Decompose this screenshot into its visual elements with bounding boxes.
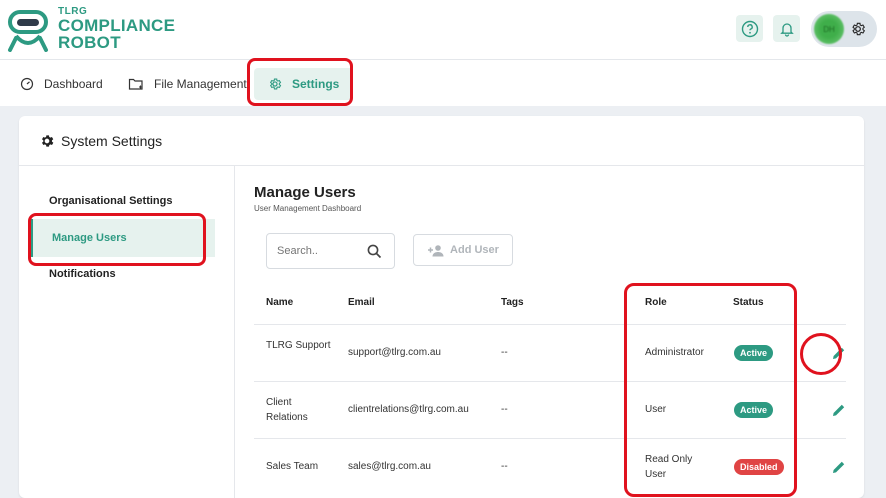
robot-logo-icon	[6, 6, 50, 52]
sidebar-item-label: Notifications	[49, 268, 116, 280]
tab-dashboard[interactable]: Dashboard	[20, 68, 103, 100]
table-row: TLRG Support support@tlrg.com.au -- Admi…	[254, 324, 846, 381]
search-box	[266, 233, 395, 269]
user-name: Client Relations	[266, 397, 308, 423]
user-name: TLRG Support	[266, 340, 331, 351]
user-tags: --	[501, 347, 508, 358]
folder-icon	[128, 78, 143, 90]
column-header-status[interactable]: Status	[733, 297, 764, 308]
page-subtitle: User Management Dashboard	[254, 204, 362, 213]
gear-icon	[269, 78, 282, 90]
add-user-icon	[428, 244, 444, 256]
sidebar-item-label: Organisational Settings	[49, 195, 173, 207]
main-nav: Dashboard File Management Settings	[0, 60, 886, 106]
help-icon	[741, 20, 758, 37]
pencil-icon	[833, 461, 845, 473]
brand-line1: COMPLIANCE	[58, 16, 176, 35]
gear-icon	[852, 22, 866, 36]
top-bar: TLRG COMPLIANCE ROBOT DH	[0, 0, 886, 60]
user-tags: --	[501, 404, 508, 415]
tab-settings-label: Settings	[292, 77, 340, 91]
user-email: support@tlrg.com.au	[348, 347, 441, 358]
search-icon[interactable]	[367, 244, 382, 259]
status-badge: Active	[734, 345, 774, 361]
add-user-label: Add User	[450, 244, 499, 256]
sidebar-item-notifications[interactable]: Notifications	[30, 255, 215, 293]
column-header-name[interactable]: Name	[266, 297, 293, 308]
notifications-button[interactable]	[773, 15, 800, 42]
edit-user-button[interactable]	[828, 456, 850, 478]
column-header-tags[interactable]: Tags	[501, 297, 524, 308]
gear-icon	[42, 134, 54, 147]
status-badge: Active	[734, 402, 774, 418]
edit-user-button[interactable]	[828, 342, 850, 364]
manage-users-panel: Manage Users User Management Dashboard A…	[236, 166, 864, 498]
table-row: Client Relations clientrelations@tlrg.co…	[254, 381, 846, 438]
user-tags: --	[501, 461, 508, 472]
account-menu[interactable]: DH	[811, 11, 877, 47]
settings-sidebar: Organisational Settings Manage Users Not…	[19, 166, 235, 498]
user-role: Read Only User	[645, 454, 693, 480]
page-title: Manage Users	[254, 184, 356, 201]
add-user-button[interactable]: Add User	[413, 234, 513, 266]
tab-file-management-label: File Management	[154, 77, 247, 91]
edit-user-button[interactable]	[828, 399, 850, 421]
dashboard-icon	[20, 77, 34, 91]
bell-icon	[779, 22, 794, 37]
sidebar-item-organisational-settings[interactable]: Organisational Settings	[30, 182, 215, 220]
help-button[interactable]	[736, 15, 763, 42]
user-email: clientrelations@tlrg.com.au	[348, 404, 469, 415]
user-role: Administrator	[645, 347, 704, 358]
card-header: System Settings	[19, 116, 864, 166]
tab-settings[interactable]: Settings	[254, 68, 354, 100]
system-settings-card: System Settings Organisational Settings …	[19, 116, 864, 498]
user-role: User	[645, 404, 667, 415]
card-title: System Settings	[61, 132, 163, 149]
column-header-role[interactable]: Role	[645, 297, 667, 308]
tab-file-management[interactable]: File Management	[128, 68, 247, 100]
brand-logo[interactable]: TLRG COMPLIANCE ROBOT	[6, 6, 175, 52]
status-badge: Disabled	[734, 459, 784, 475]
pencil-icon	[833, 404, 845, 416]
brand-line2: ROBOT	[58, 33, 121, 52]
user-name: Sales Team	[266, 461, 319, 472]
avatar: DH	[814, 14, 844, 44]
table-row: Sales Team sales@tlrg.com.au -- Read Onl…	[254, 438, 846, 495]
sidebar-item-label: Manage Users	[52, 232, 127, 244]
search-input[interactable]	[277, 245, 365, 257]
pencil-icon	[833, 347, 845, 359]
column-header-email[interactable]: Email	[348, 297, 375, 308]
tab-dashboard-label: Dashboard	[44, 77, 103, 91]
user-email: sales@tlrg.com.au	[348, 461, 431, 472]
sidebar-item-manage-users[interactable]: Manage Users	[30, 219, 215, 257]
